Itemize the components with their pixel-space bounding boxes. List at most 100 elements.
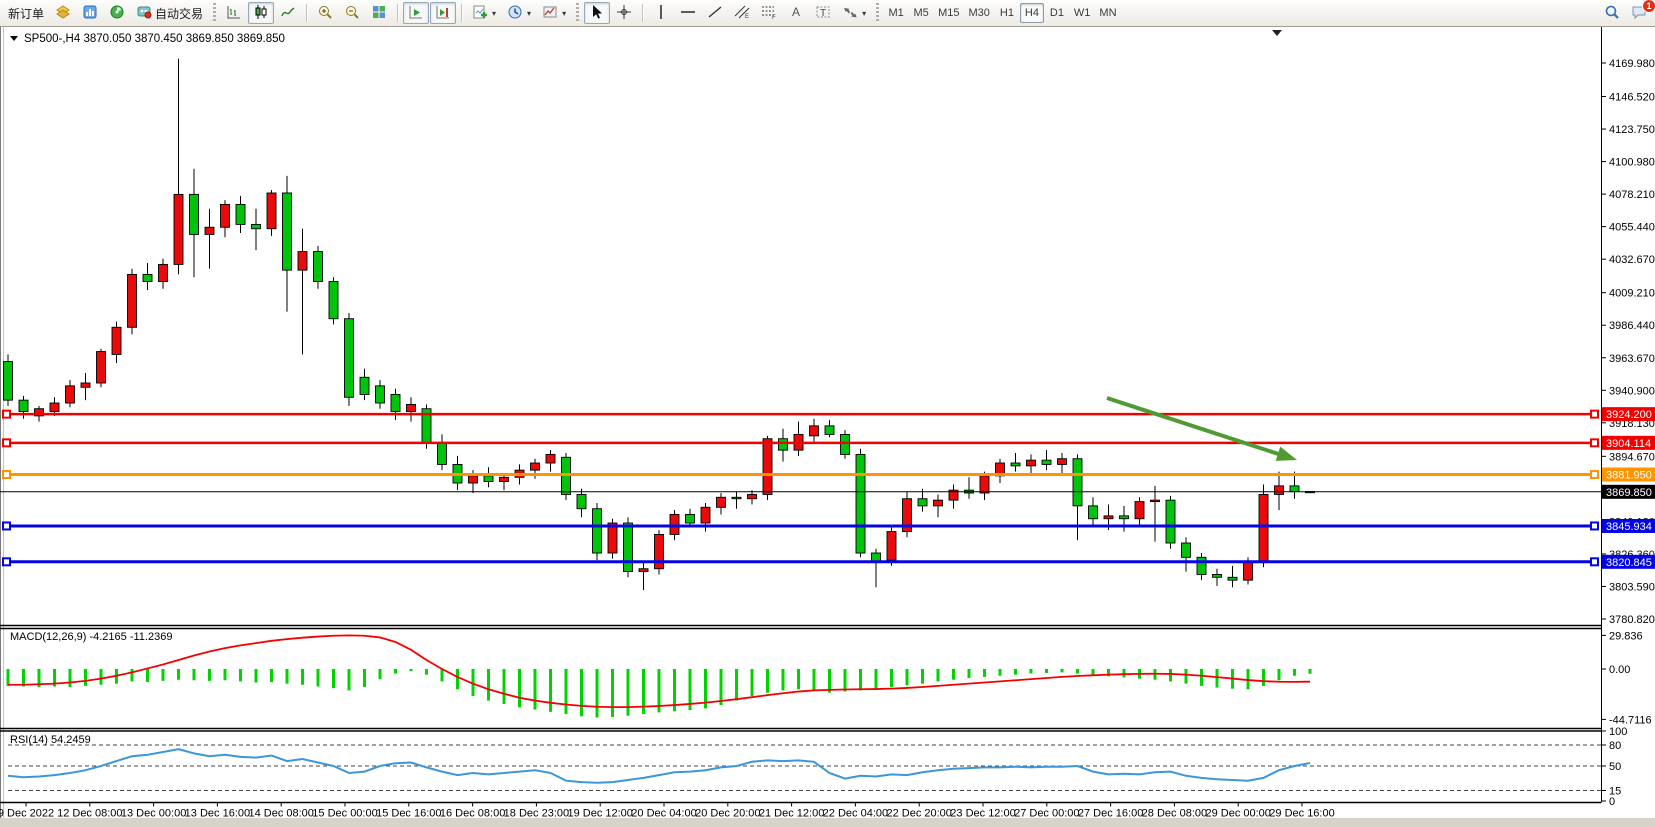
zoom-out-button[interactable] [339, 2, 365, 24]
main-toolbar: 新订单 自动交易 [0, 0, 1655, 27]
text-icon: A [788, 4, 804, 23]
line-left-handle[interactable] [3, 558, 10, 565]
chart-canvas[interactable]: 4169.9804146.5204123.7504100.9804078.210… [0, 0, 1655, 827]
timeframe-D1[interactable]: D1 [1045, 3, 1069, 23]
clock-icon [507, 4, 523, 23]
candlestick-chart-button[interactable] [248, 2, 274, 24]
line-right-handle[interactable] [1591, 439, 1598, 446]
status-strip [0, 818, 1655, 827]
layers-icon [55, 4, 71, 23]
channel-icon: E [734, 4, 750, 23]
search-button[interactable] [1599, 2, 1625, 24]
auto-trading-button[interactable]: 自动交易 [131, 2, 208, 24]
line-chart-button[interactable] [275, 2, 301, 24]
line-left-handle[interactable] [3, 411, 10, 418]
price-badge: 3881.950 [1602, 468, 1655, 482]
new-order-label: 新订单 [8, 5, 44, 22]
timeframe-M5[interactable]: M5 [909, 3, 933, 23]
horizontal-line-tool-button[interactable] [675, 2, 701, 24]
new-chart-button[interactable]: ▾ [467, 2, 501, 24]
strategy-tester-button[interactable] [104, 2, 130, 24]
line-left-handle[interactable] [3, 522, 10, 529]
toolbar-separator [642, 4, 643, 22]
auto-scroll-icon [408, 4, 424, 23]
svg-text:0: 0 [1609, 796, 1615, 808]
timeframe-M1[interactable]: M1 [884, 3, 908, 23]
timeframe-W1[interactable]: W1 [1070, 3, 1095, 23]
horizontal-line-icon [680, 4, 696, 23]
svg-text:3881.950: 3881.950 [1606, 470, 1652, 482]
timeframe-H4[interactable]: H4 [1020, 3, 1044, 23]
svg-text:4146.520: 4146.520 [1609, 92, 1655, 104]
line-left-handle[interactable] [3, 471, 10, 478]
line-right-handle[interactable] [1591, 411, 1598, 418]
svg-text:T: T [820, 8, 826, 19]
price-badge: 3820.845 [1602, 555, 1655, 569]
price-badge: 3845.934 [1602, 519, 1655, 533]
toolbar-grip [876, 3, 879, 23]
svg-text:4055.440: 4055.440 [1609, 222, 1655, 234]
notifications-button[interactable]: 1 [1626, 2, 1652, 24]
rsi-label: RSI(14) 54.2459 [10, 734, 91, 746]
line-right-handle[interactable] [1591, 558, 1598, 565]
timeframe-group: M1M5M15M30H1H4D1W1MN [884, 3, 1120, 23]
chart-window-icon [82, 4, 98, 23]
fibonacci-icon: F [761, 4, 777, 23]
vertical-line-tool-button[interactable] [648, 2, 674, 24]
svg-text:4032.670: 4032.670 [1609, 254, 1655, 266]
layers-button[interactable] [50, 2, 76, 24]
price-badge: 3869.850 [1602, 485, 1655, 499]
auto-trading-label: 自动交易 [155, 5, 203, 22]
svg-text:3869.850: 3869.850 [1606, 487, 1652, 499]
toolbar-separator [397, 4, 398, 22]
svg-text:4123.750: 4123.750 [1609, 124, 1655, 136]
zoom-in-button[interactable] [312, 2, 338, 24]
bar-chart-button[interactable] [221, 2, 247, 24]
zoom-in-icon [317, 4, 333, 23]
timeframe-M15[interactable]: M15 [934, 3, 963, 23]
toolbar-separator [306, 4, 307, 22]
line-right-handle[interactable] [1591, 471, 1598, 478]
trendline-tool-button[interactable] [702, 2, 728, 24]
auto-scroll-button[interactable] [403, 2, 429, 24]
crosshair-button[interactable] [611, 2, 637, 24]
periods-button[interactable]: ▾ [502, 2, 536, 24]
arrows-tool-button[interactable]: ▾ [837, 2, 871, 24]
toolbar-separator [461, 4, 462, 22]
price-badge: 3904.114 [1602, 436, 1655, 450]
svg-text:4169.980: 4169.980 [1609, 58, 1655, 70]
templates-button[interactable]: ▾ [537, 2, 571, 24]
toolbar-grip [213, 3, 216, 23]
text-label-tool-button[interactable]: T [810, 2, 836, 24]
svg-text:50: 50 [1609, 761, 1621, 773]
zoom-out-icon [344, 4, 360, 23]
market-watch-button[interactable] [77, 2, 103, 24]
cursor-button[interactable] [584, 2, 610, 24]
svg-text:3845.934: 3845.934 [1606, 521, 1652, 533]
tile-windows-button[interactable] [366, 2, 392, 24]
svg-text:A: A [792, 5, 800, 19]
price-badge: 3924.200 [1602, 407, 1655, 421]
new-order-button[interactable]: 新订单 [3, 2, 49, 24]
svg-text:80: 80 [1609, 740, 1621, 752]
chevron-down-icon: ▾ [527, 9, 531, 18]
svg-text:100: 100 [1609, 726, 1627, 738]
timeframe-MN[interactable]: MN [1095, 3, 1120, 23]
svg-text:3904.114: 3904.114 [1606, 438, 1651, 450]
tile-windows-icon [371, 4, 387, 23]
timeframe-M30[interactable]: M30 [965, 3, 994, 23]
chart-shift-button[interactable] [430, 2, 456, 24]
svg-text:3963.670: 3963.670 [1609, 353, 1655, 365]
fibonacci-tool-button[interactable]: F [756, 2, 782, 24]
line-left-handle[interactable] [3, 439, 10, 446]
svg-text:29.836: 29.836 [1609, 630, 1643, 642]
chart-shift-icon [435, 4, 451, 23]
line-right-handle[interactable] [1591, 522, 1598, 529]
macd-label: MACD(12,26,9) -4.2165 -11.2369 [10, 631, 172, 643]
svg-text:4009.210: 4009.210 [1609, 288, 1655, 300]
text-tool-button[interactable]: A [783, 2, 809, 24]
channel-tool-button[interactable]: E [729, 2, 755, 24]
chevron-down-icon: ▾ [562, 9, 566, 18]
crosshair-icon [616, 4, 632, 23]
timeframe-H1[interactable]: H1 [995, 3, 1019, 23]
